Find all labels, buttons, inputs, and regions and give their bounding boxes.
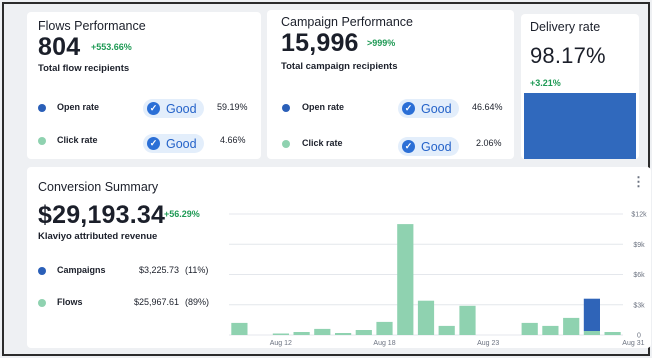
legend-dot	[282, 140, 290, 148]
checkmark-icon: ✓	[402, 140, 415, 153]
metric-label: Click rate	[57, 135, 98, 145]
badge-text: Good	[421, 139, 452, 154]
bar-flows[interactable]	[355, 330, 372, 335]
badge-text: Good	[166, 101, 197, 116]
legend-dot	[282, 104, 290, 112]
attributed-revenue-value: $29,193.34	[38, 201, 166, 229]
performance-badge: ✓ Good	[398, 99, 459, 118]
dashboard-frame: Flows Performance 804 +553.66% Total flo…	[2, 2, 651, 356]
bar-flows[interactable]	[231, 322, 248, 335]
conversion-summary-card[interactable]: 0 $3k $6k $9k $12k Aug 12 Aug 18 Aug 23 Aug 31 C…	[27, 167, 651, 348]
card-subtitle: Klaviyo attributed revenue	[38, 231, 158, 242]
card-subtitle: Total flow recipients	[38, 63, 130, 74]
x-tick-label: Aug 31	[622, 340, 644, 347]
bar-campaigns[interactable]	[583, 298, 600, 331]
badge-text: Good	[166, 136, 197, 151]
metric-value: 46.64%	[472, 102, 503, 112]
delivery-rate-card[interactable]: Delivery rate 98.17% +3.21%	[521, 14, 639, 159]
bar-flows[interactable]	[293, 332, 310, 335]
revenue-bar-chart: 0 $3k $6k $9k $12k Aug 12 Aug 18 Aug 23 Aug 31	[229, 212, 647, 347]
revenue-row-campaigns: Campaigns $3,225.73 (11%)	[27, 261, 232, 283]
metric-row-open-rate: Open rate ✓ Good 59.19%	[27, 98, 261, 120]
delivery-rate-bar	[524, 93, 636, 159]
revenue-value: $3,225.73	[139, 265, 180, 275]
legend-dot	[38, 104, 46, 112]
bar-flows[interactable]	[438, 325, 455, 335]
legend-dot	[38, 299, 46, 307]
metric-value: 59.19%	[217, 102, 248, 112]
performance-badge: ✓ Good	[398, 137, 459, 156]
metric-label: Click rate	[302, 138, 343, 148]
delivery-rate-value: 98.17%	[530, 43, 606, 68]
campaign-recipients-value: 15,996	[281, 29, 359, 57]
card-title: Conversion Summary	[38, 180, 159, 194]
revenue-pct: (11%)	[185, 265, 209, 275]
card-title: Delivery rate	[530, 20, 601, 34]
bar-flows[interactable]	[335, 333, 352, 335]
bar-flows[interactable]	[563, 317, 580, 335]
revenue-row-flows: Flows $25,967.61 (89%)	[27, 294, 232, 316]
y-tick-label: 0	[637, 333, 641, 340]
attributed-revenue-delta: +56.29%	[164, 209, 200, 219]
bar-flows[interactable]	[272, 333, 289, 336]
kebab-menu-icon[interactable]: ⋮	[632, 175, 645, 188]
badge-text: Good	[421, 101, 452, 116]
x-tick-label: Aug 18	[373, 340, 395, 347]
legend-dot	[38, 137, 46, 145]
y-tick-label: $12k	[631, 212, 647, 219]
delivery-rate-delta: +3.21%	[530, 78, 561, 88]
card-title: Flows Performance	[38, 19, 146, 33]
revenue-label: Campaigns	[57, 265, 106, 275]
bar-flows[interactable]	[583, 331, 600, 335]
card-subtitle: Total campaign recipients	[281, 61, 398, 72]
metric-row-open-rate: Open rate ✓ Good 46.64%	[267, 98, 514, 120]
revenue-value: $25,967.61	[134, 297, 180, 307]
x-tick-label: Aug 23	[477, 340, 499, 347]
bar-flows[interactable]	[417, 300, 435, 335]
metric-label: Open rate	[302, 102, 345, 112]
bar-flows[interactable]	[521, 322, 538, 335]
bar-flows[interactable]	[542, 325, 559, 335]
metric-label: Open rate	[57, 102, 100, 112]
y-tick-label: $9k	[633, 242, 645, 249]
flow-recipients-delta: +553.66%	[91, 42, 132, 52]
checkmark-icon: ✓	[402, 102, 415, 115]
legend-dot	[38, 267, 46, 275]
metric-row-click-rate: Click rate ✓ Good 4.66%	[27, 132, 261, 154]
x-tick-label: Aug 12	[270, 340, 292, 347]
y-tick-label: $6k	[633, 272, 645, 279]
revenue-pct: (89%)	[185, 297, 210, 307]
revenue-label: Flows	[57, 297, 83, 307]
card-title: Campaign Performance	[281, 15, 414, 29]
flow-recipients-value: 804	[38, 33, 81, 61]
campaign-performance-card[interactable]: Campaign Performance 15,996 >999% Total …	[267, 10, 514, 159]
flows-performance-card[interactable]: Flows Performance 804 +553.66% Total flo…	[27, 12, 261, 159]
checkmark-icon: ✓	[147, 137, 160, 150]
bar-flows[interactable]	[604, 332, 621, 335]
bar-flows[interactable]	[314, 328, 331, 335]
campaign-recipients-delta: >999%	[367, 38, 396, 48]
bar-flows[interactable]	[376, 321, 393, 335]
bar-flows[interactable]	[397, 224, 414, 335]
metric-row-click-rate: Click rate ✓ Good 2.06%	[267, 135, 514, 157]
bar-flows[interactable]	[459, 305, 476, 335]
metric-value: 2.06%	[476, 138, 502, 148]
performance-badge: ✓ Good	[143, 99, 204, 118]
checkmark-icon: ✓	[147, 102, 160, 115]
performance-badge: ✓ Good	[143, 134, 204, 153]
y-tick-label: $3k	[633, 302, 645, 309]
metric-value: 4.66%	[220, 135, 246, 145]
